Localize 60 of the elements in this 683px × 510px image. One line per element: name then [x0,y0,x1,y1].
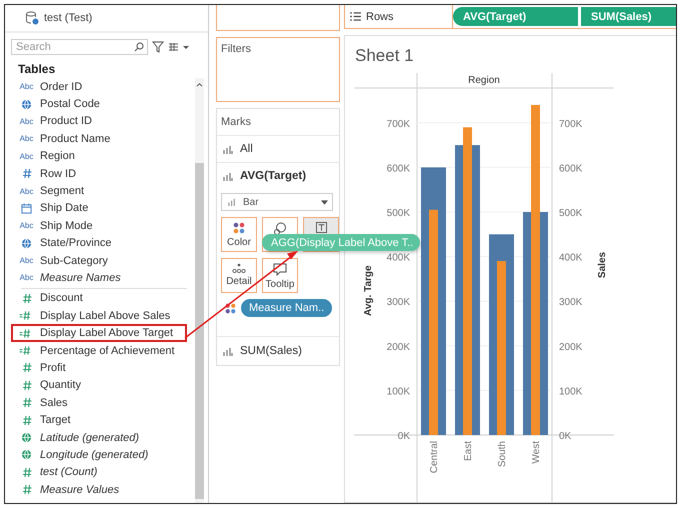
sheet-title: Sheet 1 [354,45,415,67]
axis-tick-label: 200K [559,342,582,353]
tables-heading: Tables [17,61,56,78]
filters-title: Filters [221,43,251,55]
field-name: Order ID [40,80,82,93]
field-name: Product Name [40,132,110,145]
marks-title: Marks [220,115,252,130]
category-label: South [497,441,508,468]
axis-tick-label: 100K [559,386,582,398]
rows-shelf-label: Rows [345,5,453,28]
field-name: Discount [40,292,83,304]
axis-tick-label: 200K [386,342,410,353]
field-name: Target [40,414,71,426]
axis-tick-label: 0K [398,431,410,442]
field-name: Display Label Above Target [40,327,174,340]
string-type-label: Abc [20,152,34,161]
field-name: Longitude (generated) [40,448,148,461]
string-type-label: Abc [20,186,34,196]
field-name: Quantity [40,379,81,392]
string-type-label: Abc [20,273,34,282]
field-name: Display Label Above Sales [40,310,170,322]
y-axis-title: Sales [597,252,608,278]
axis-tick-label: 400K [559,252,582,264]
x-axis-title: Region [468,75,500,86]
category-label: Central [429,441,440,474]
field-name: Ship Mode [40,220,93,232]
string-type-label: Abc [20,221,34,230]
field-name: Percentage of Achievement [40,344,175,357]
axis-tick-label: 300K [386,297,410,308]
field-name: test (Count) [40,466,98,478]
string-type-label: Abc [20,116,34,126]
field-name: Profit [40,362,66,374]
string-type-label: Abc [20,256,34,266]
axis-tick-label: 700K [386,118,410,130]
field-name: Row ID [40,168,76,180]
category-label: East [463,441,474,462]
string-type-label: Abc [20,134,34,144]
axis-tick-label: 500K [559,208,582,219]
field-name: Region [40,150,75,162]
y-axis-title: Avg. Targe [363,265,374,316]
field-name: Postal Code [40,98,100,110]
string-type-label: Abc [20,82,34,92]
axis-tick-label: 700K [559,118,582,130]
field-name: Measure Names [40,272,121,284]
axis-tick-label: 300K [559,297,582,308]
category-label: West [531,441,542,464]
field-name: Sales [40,396,68,409]
field-name: Segment [40,185,84,198]
field-name: Sub-Category [40,254,108,267]
field-name: Measure Values [40,484,120,496]
axis-tick-label: 500K [386,208,410,219]
field-name: State/Province [40,237,112,250]
axis-tick-label: 400K [386,252,410,264]
axis-tick-label: 100K [386,386,410,398]
field-name: Ship Date [40,202,88,214]
axis-tick-label: 600K [386,163,410,174]
field-name: Product ID [40,115,92,128]
axis-tick-label: 600K [559,163,582,174]
field-name: Latitude (generated) [40,432,140,444]
axis-tick-label: 0K [559,431,572,442]
